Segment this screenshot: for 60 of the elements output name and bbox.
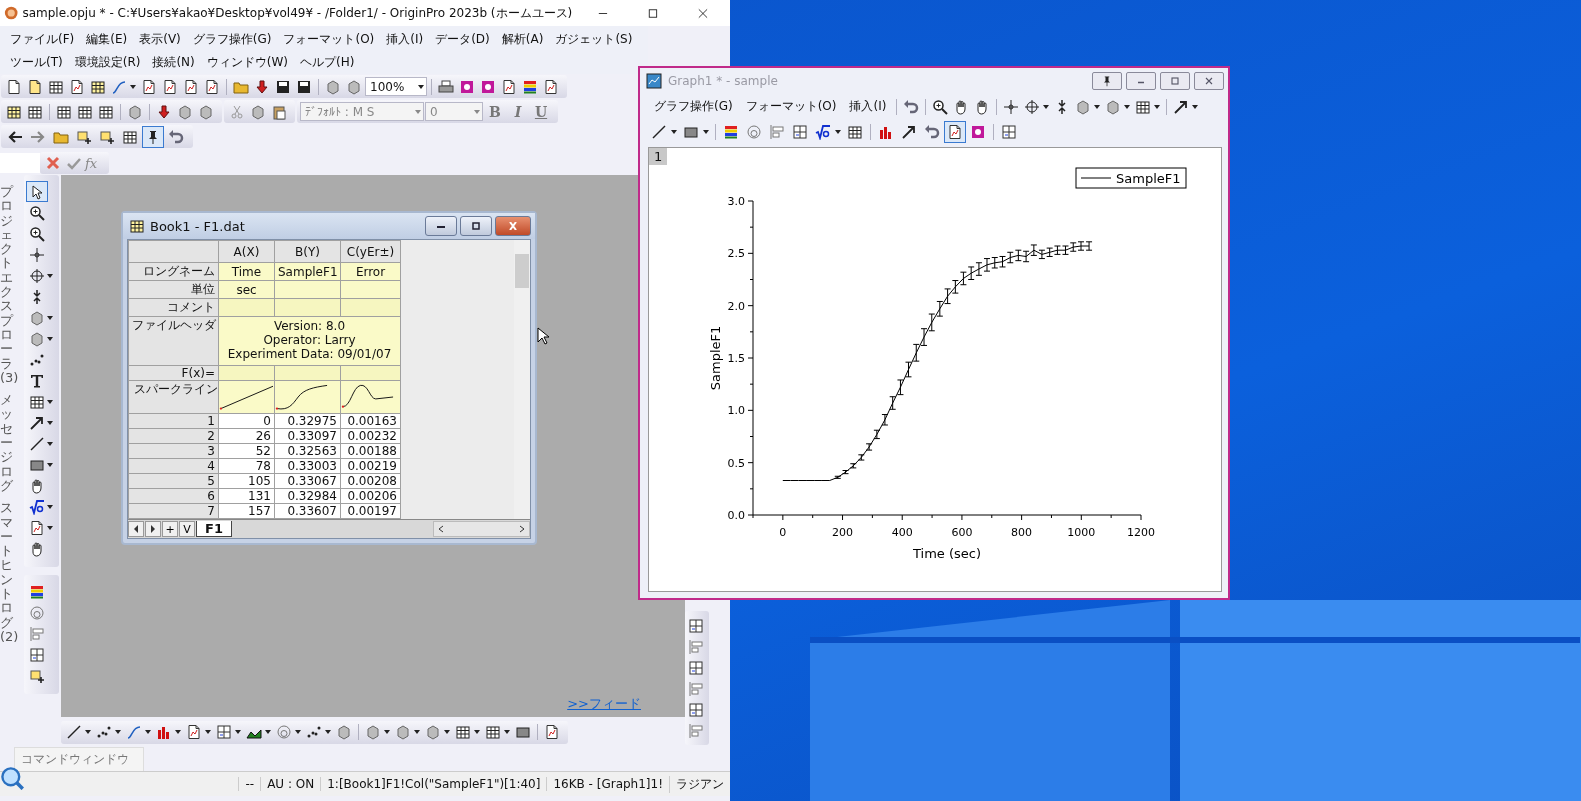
menu-item[interactable]: 環境設定(R) bbox=[68, 51, 147, 74]
column-header[interactable]: C(yEr±) bbox=[340, 240, 401, 263]
status-text: ラジアン bbox=[669, 775, 730, 793]
tick-label: 2.5 bbox=[727, 247, 745, 261]
window-title: Book1 - F1.dat bbox=[150, 218, 245, 234]
menu-item[interactable]: グラフ操作(G) bbox=[186, 28, 278, 51]
window-title: sample.opju * - C:¥Users¥akao¥Desktop¥vol49¥ - /Folder1/ - OriginPro 2023b (ホームユース) bbox=[22, 4, 573, 22]
tick-label: 800 bbox=[1011, 526, 1033, 539]
tick-label: 1.0 bbox=[727, 404, 745, 418]
menu-item[interactable]: ガジェット(S) bbox=[549, 28, 639, 51]
command-window-tab[interactable]: コマンドウィンドウ bbox=[14, 747, 144, 771]
menu-item[interactable]: 表示(V) bbox=[133, 28, 187, 51]
sheet-nav-button[interactable]: V bbox=[179, 521, 195, 537]
underline-button[interactable]: U bbox=[530, 103, 552, 120]
window-title: Graph1 * - sample bbox=[668, 74, 778, 88]
tick-label: 1200 bbox=[1127, 526, 1155, 539]
menu-item[interactable]: 挿入(I) bbox=[380, 28, 430, 51]
tick-label: 0.0 bbox=[727, 509, 745, 522]
status-text: -- bbox=[238, 777, 261, 791]
tick-label: 1000 bbox=[1067, 526, 1096, 539]
menu-item[interactable]: 解析(A) bbox=[495, 28, 550, 51]
menu-item[interactable]: グラフ操作(G) bbox=[648, 95, 739, 118]
status-text: AU : ON bbox=[260, 777, 321, 791]
axis-title: SampleF1 bbox=[708, 325, 723, 391]
file-header-cell[interactable]: Version: 8.0 Operator: Larry Experiment Data: 09/01/07 bbox=[218, 316, 401, 366]
tick-label: 400 bbox=[891, 526, 913, 539]
tick-label: 2.0 bbox=[727, 299, 745, 313]
tick-label: 1.5 bbox=[727, 352, 745, 365]
axis-title: Time (sec) bbox=[913, 546, 981, 561]
menu-item[interactable]: 接続(N) bbox=[146, 51, 201, 74]
panel-tab[interactable]: メッセージログ bbox=[0, 393, 23, 494]
menu-item[interactable]: ツール(T) bbox=[4, 51, 69, 74]
menu-item[interactable]: ウィンドウ(W) bbox=[200, 51, 294, 74]
panel-tab[interactable]: スマートヒントログ(2) bbox=[0, 501, 23, 645]
row-label[interactable]: ファイルヘッダ bbox=[128, 316, 219, 366]
row-label[interactable]: スパークライン bbox=[128, 380, 219, 414]
menu-item[interactable]: 編集(E) bbox=[80, 28, 134, 51]
column-header[interactable]: A(X) bbox=[218, 240, 275, 263]
bold-button[interactable]: B bbox=[484, 103, 506, 120]
menu-item[interactable]: 挿入(I) bbox=[843, 95, 893, 118]
menu-item[interactable]: データ(D) bbox=[429, 28, 496, 51]
tick-label: 0.5 bbox=[727, 456, 745, 470]
tick-label: 0 bbox=[779, 526, 787, 539]
menu-item[interactable]: ヘルプ(H) bbox=[294, 51, 361, 74]
status-text: 1:[Book1]F1!Col("SampleF1")[1:40] bbox=[320, 777, 547, 791]
menu-item[interactable]: フォーマット(O) bbox=[277, 28, 381, 51]
menu-item[interactable]: ファイル(F) bbox=[4, 28, 81, 51]
column-header[interactable]: B(Y) bbox=[274, 240, 341, 263]
sheet-nav-button[interactable]: + bbox=[162, 521, 178, 537]
status-text: 16KB - [Graph1]1! bbox=[546, 777, 669, 791]
italic-button[interactable]: I bbox=[507, 103, 529, 120]
layer-tab[interactable]: 1 bbox=[649, 148, 668, 165]
sheet-tab[interactable]: F1 bbox=[196, 521, 232, 537]
tick-label: 3.0 bbox=[727, 195, 745, 208]
zoom-dropdown[interactable]: 100% bbox=[365, 77, 427, 96]
legend-label: SampleF1 bbox=[1116, 171, 1181, 186]
menu-item[interactable]: フォーマット(O) bbox=[739, 95, 843, 118]
tick-label: 200 bbox=[832, 526, 854, 539]
panel-tab[interactable]: プロジェクトエクスプローラ(3) bbox=[0, 185, 23, 386]
tick-label: 600 bbox=[951, 526, 973, 539]
